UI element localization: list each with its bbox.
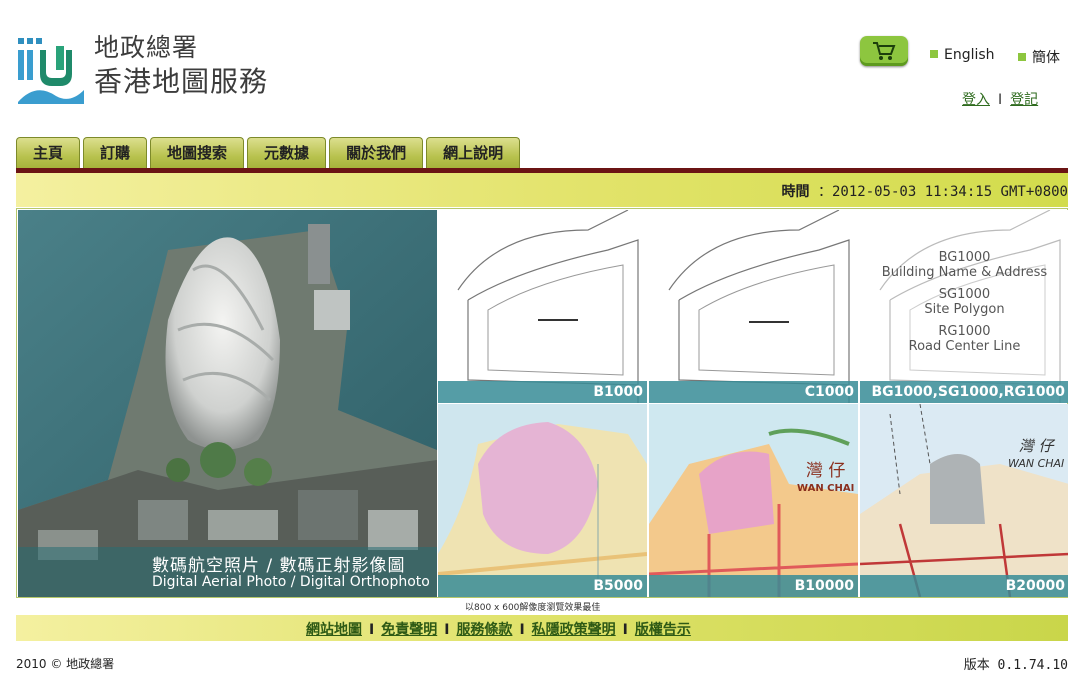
register-link[interactable]: 登記 bbox=[1010, 92, 1038, 108]
auth-links: 登入 I 登記 bbox=[962, 89, 1038, 109]
footer-link-terms[interactable]: 服務條款 bbox=[456, 622, 512, 638]
b20000-map-image bbox=[860, 404, 1068, 597]
b10000-place-labels: 灣 仔 WAN CHAI bbox=[797, 462, 854, 498]
label-rg1000: RG1000 bbox=[938, 324, 991, 339]
label-building-name: Building Name & Address bbox=[881, 265, 1048, 280]
map-tile-b5000[interactable]: B5000 bbox=[438, 404, 647, 597]
tile-caption-b1000: B1000 bbox=[438, 381, 647, 403]
tab-map-search[interactable]: 地圖搜索 bbox=[150, 137, 245, 169]
auth-separator: I bbox=[998, 92, 1003, 108]
footer-separator: I bbox=[369, 622, 375, 638]
login-link[interactable]: 登入 bbox=[962, 92, 990, 108]
map-tile-b20000[interactable]: 灣 仔 WAN CHAI B20000 bbox=[860, 404, 1068, 597]
label-wanchai-zh: 灣 仔 bbox=[1018, 437, 1054, 455]
map-tile-b10000[interactable]: 灣 仔 WAN CHAI B10000 bbox=[649, 404, 858, 597]
footer-links-bar: 網站地圖 I 免責聲明 I 服務條款 I 私隱政策聲明 I 版權告示 bbox=[16, 615, 1068, 641]
footer-separator: I bbox=[519, 622, 525, 638]
aerial-caption-en: Digital Aerial Photo / Digital Orthophot… bbox=[152, 574, 430, 590]
lang-english-label: English bbox=[944, 47, 995, 63]
tile-caption-b20000: B20000 bbox=[860, 575, 1068, 597]
label-road-center-line: Road Center Line bbox=[908, 339, 1021, 354]
service-name: 香港地圖服務 bbox=[94, 65, 269, 98]
main-nav: 主頁 訂購 地圖搜索 元數據 關於我們 網上說明 bbox=[16, 137, 523, 169]
server-time: 時間 ：2012-05-03 11:34:15 GMT+0800 bbox=[782, 181, 1068, 201]
map-tile-b1000[interactable]: B1000 bbox=[438, 210, 647, 403]
tile-caption-b5000: B5000 bbox=[438, 575, 647, 597]
cart-icon bbox=[873, 42, 896, 60]
bullet-icon bbox=[930, 50, 938, 58]
footer-separator: I bbox=[622, 622, 628, 638]
aerial-photo-panel[interactable]: 數碼航空照片 / 數碼正射影像圖 Digital Aerial Photo / … bbox=[18, 210, 437, 597]
footer-link-disclaimer[interactable]: 免責聲明 bbox=[381, 622, 437, 638]
label-wanchai-en: WAN CHAI bbox=[1008, 457, 1065, 470]
label-site-polygon: Site Polygon bbox=[924, 302, 1005, 317]
label-sg1000: SG1000 bbox=[938, 287, 991, 302]
copyright-text: 2010 © 地政總署 bbox=[16, 657, 115, 671]
footer-link-copyright-notice[interactable]: 版權告示 bbox=[635, 622, 691, 638]
bullet-icon bbox=[1018, 53, 1026, 61]
org-brand: 地政總署 香港地圖服務 bbox=[94, 32, 268, 100]
label-bg1000: BG1000 bbox=[938, 250, 991, 265]
footer-link-privacy[interactable]: 私隱政策聲明 bbox=[532, 622, 616, 638]
tab-about-us[interactable]: 關於我們 bbox=[329, 137, 424, 169]
map-tile-bg-sg-rg[interactable]: BG1000 Building Name & Address SG1000 Si… bbox=[860, 210, 1068, 403]
b20000-place-labels: 灣 仔 WAN CHAI bbox=[1008, 437, 1064, 473]
tile-caption-b10000: B10000 bbox=[649, 575, 858, 597]
product-gallery: 數碼航空照片 / 數碼正射影像圖 Digital Aerial Photo / … bbox=[16, 208, 1068, 598]
org-name: 地政總署 bbox=[94, 33, 199, 62]
lang-simplified-label: 簡体 bbox=[1032, 50, 1060, 66]
tab-home[interactable]: 主頁 bbox=[16, 137, 81, 169]
tile-caption-c1000: C1000 bbox=[649, 381, 858, 403]
label-wanchai-en: WAN CHAI bbox=[797, 483, 855, 494]
b10000-map-image bbox=[649, 404, 858, 597]
aerial-caption: 數碼航空照片 / 數碼正射影像圖 Digital Aerial Photo / … bbox=[18, 547, 437, 597]
resolution-note: 以800 x 600解像度瀏覽效果最佳 bbox=[465, 603, 601, 613]
map-tile-c1000[interactable]: C1000 bbox=[649, 210, 858, 403]
lang-english-link[interactable]: English bbox=[930, 47, 995, 63]
bg-sg-rg-labels: BG1000 Building Name & Address SG1000 Si… bbox=[860, 250, 1068, 354]
footer-separator: I bbox=[444, 622, 450, 638]
b5000-map-image bbox=[438, 404, 647, 597]
c1000-map-image bbox=[649, 210, 858, 403]
time-label: 時間 bbox=[781, 184, 810, 200]
tab-online-help[interactable]: 網上說明 bbox=[426, 137, 521, 169]
b1000-map-image bbox=[438, 210, 647, 403]
tile-caption-bg-sg-rg: BG1000,SG1000,RG1000 bbox=[860, 381, 1068, 403]
aerial-photo-image bbox=[18, 210, 437, 597]
time-bar: 時間 ：2012-05-03 11:34:15 GMT+0800 bbox=[16, 173, 1068, 207]
shopping-cart-button[interactable] bbox=[860, 36, 908, 66]
tab-order[interactable]: 訂購 bbox=[83, 137, 148, 169]
landsd-logo bbox=[16, 34, 86, 106]
tab-metadata[interactable]: 元數據 bbox=[247, 137, 327, 169]
version-text: 版本 0.1.74.10 bbox=[963, 658, 1068, 673]
label-wanchai-zh: 灣 仔 bbox=[805, 461, 846, 481]
footer-link-sitemap[interactable]: 網站地圖 bbox=[306, 622, 362, 638]
time-value: ：2012-05-03 11:34:15 GMT+0800 bbox=[817, 184, 1068, 200]
lang-simplified-link[interactable]: 簡体 bbox=[1018, 47, 1060, 67]
aerial-caption-zh: 數碼航空照片 / 數碼正射影像圖 bbox=[152, 556, 406, 576]
